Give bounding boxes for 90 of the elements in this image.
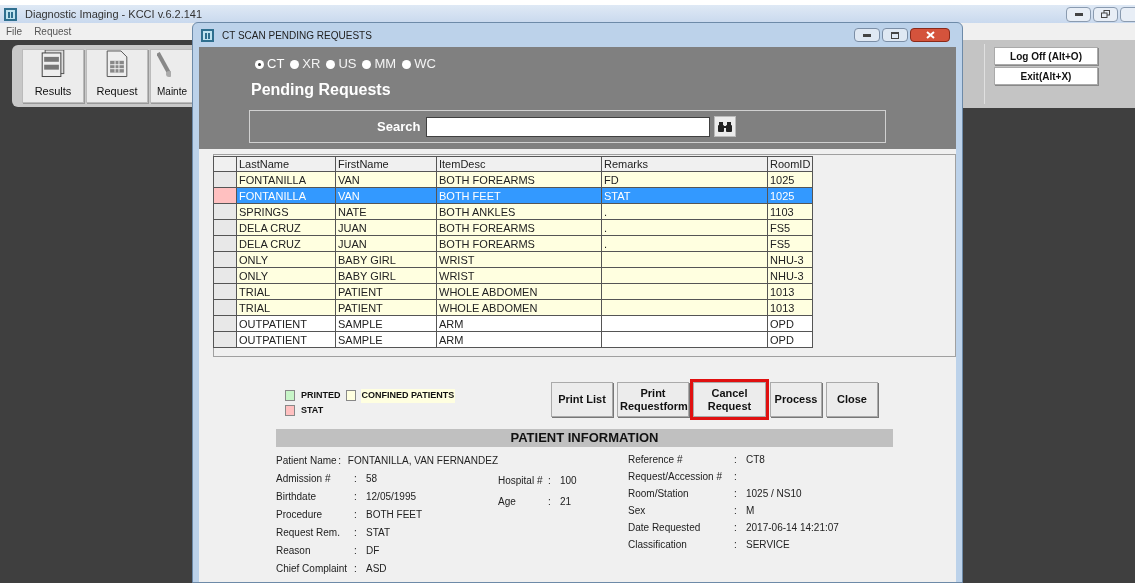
panel-heading: Pending Requests [251, 80, 392, 100]
close-icon [925, 31, 935, 39]
colon: : [734, 504, 738, 518]
field-value: 12/05/1995 [366, 489, 417, 504]
column-header[interactable]: FirstName [335, 156, 437, 172]
radio-button[interactable]: US [326, 54, 357, 74]
spreadsheet-icon [106, 50, 128, 78]
column-header[interactable]: RoomID [767, 156, 813, 172]
menu-item[interactable]: Request [34, 24, 72, 39]
field-label: Room/Station [628, 487, 690, 501]
field-value: 21 [560, 495, 572, 509]
minimize-button[interactable] [854, 28, 880, 42]
radio-button[interactable]: XR [290, 54, 321, 74]
minimize-button[interactable] [1066, 6, 1091, 22]
field-label: Chief Complaint [276, 561, 349, 576]
section-header: PATIENT INFORMATION [276, 429, 893, 447]
column-header[interactable]: ItemDesc [436, 156, 602, 172]
legend-label: STAT [300, 403, 325, 417]
field-value: ASD [366, 561, 387, 576]
close-button[interactable] [910, 28, 950, 42]
maximize-button[interactable] [882, 28, 908, 42]
field-value: SERVICE [746, 538, 790, 552]
field-value: CT8 [746, 453, 765, 467]
colon: : [354, 543, 358, 558]
colon: : [734, 470, 738, 484]
field-label: Classification [628, 538, 688, 552]
action-button[interactable]: Print List [551, 382, 613, 417]
field-value: M [746, 504, 755, 518]
colon: : [354, 561, 358, 576]
action-button[interactable]: Cancel Request [693, 382, 766, 417]
search-button[interactable] [714, 116, 737, 137]
field-label: Reason [276, 543, 312, 558]
search-label: Search [377, 117, 421, 136]
maximize-icon [891, 31, 899, 39]
column-header[interactable]: Remarks [601, 156, 768, 172]
radio-button[interactable]: WC [402, 54, 436, 74]
colon: : [734, 453, 738, 467]
colon: : [354, 507, 358, 522]
colon: : [734, 521, 738, 535]
colon: : [734, 487, 738, 501]
field-value: 1025 / NS10 [746, 487, 802, 501]
field-value: 58 [366, 471, 378, 486]
field-label: Procedure [276, 507, 324, 522]
column-header[interactable]: LastName [236, 156, 336, 172]
field-value: DF [366, 543, 380, 558]
field-label: Date Requested [628, 521, 702, 535]
field-value: 2017-06-14 14:21:07 [746, 521, 839, 535]
minimize-icon [863, 33, 871, 37]
session-button[interactable]: Log Off (Alt+O) [994, 47, 1098, 65]
colon: : [354, 525, 358, 540]
action-button[interactable]: Print Requestform [617, 382, 689, 417]
minimize-icon [1074, 12, 1083, 16]
toolbar-button[interactable]: Results [22, 49, 84, 103]
field-label: Birthdate [276, 489, 318, 504]
colon: : [338, 453, 342, 468]
field-value: BOTH FEET [366, 507, 423, 522]
session-button[interactable]: Exit(Alt+X) [994, 67, 1098, 85]
window-title: CT SCAN PENDING REQUESTS [222, 28, 372, 43]
action-button[interactable]: Process [770, 382, 822, 417]
field-label: Request Rem. [276, 525, 341, 540]
legend-label: PRINTED [300, 389, 342, 402]
action-button[interactable]: Close [826, 382, 878, 417]
document-stack-icon [41, 50, 65, 78]
toolbar-button[interactable]: Request [86, 49, 148, 103]
colon: : [354, 471, 358, 486]
colon: : [548, 495, 552, 509]
field-label: Admission # [276, 471, 332, 486]
colon: : [734, 538, 738, 552]
field-label: Reference # [628, 453, 684, 467]
field-label: Hospital # [498, 474, 544, 488]
binoculars-icon [718, 121, 733, 132]
window-title: Diagnostic Imaging - KCCI v.6.2.141 [25, 6, 203, 22]
app-icon [4, 7, 17, 21]
menu-item[interactable]: File [6, 24, 23, 39]
restore-icon [1101, 10, 1110, 18]
radio-button[interactable]: CT [255, 54, 285, 74]
colon: : [548, 474, 552, 488]
field-label: Request/Accession # [628, 470, 723, 484]
search-field[interactable] [426, 116, 711, 137]
radio-button[interactable]: MM [362, 54, 397, 74]
app-icon [201, 28, 214, 42]
colon: : [354, 489, 358, 504]
field-label: Sex [628, 504, 647, 518]
field-value: 100 [560, 474, 577, 488]
legend-label: CONFINED PATIENTS [360, 389, 456, 403]
field-value: FONTANILLA, VAN FERNANDEZ [347, 453, 498, 468]
field-label: Age [498, 495, 517, 509]
field-label: Patient Name [276, 453, 338, 468]
restore-button[interactable] [1093, 6, 1118, 22]
field-value: STAT [366, 525, 391, 540]
